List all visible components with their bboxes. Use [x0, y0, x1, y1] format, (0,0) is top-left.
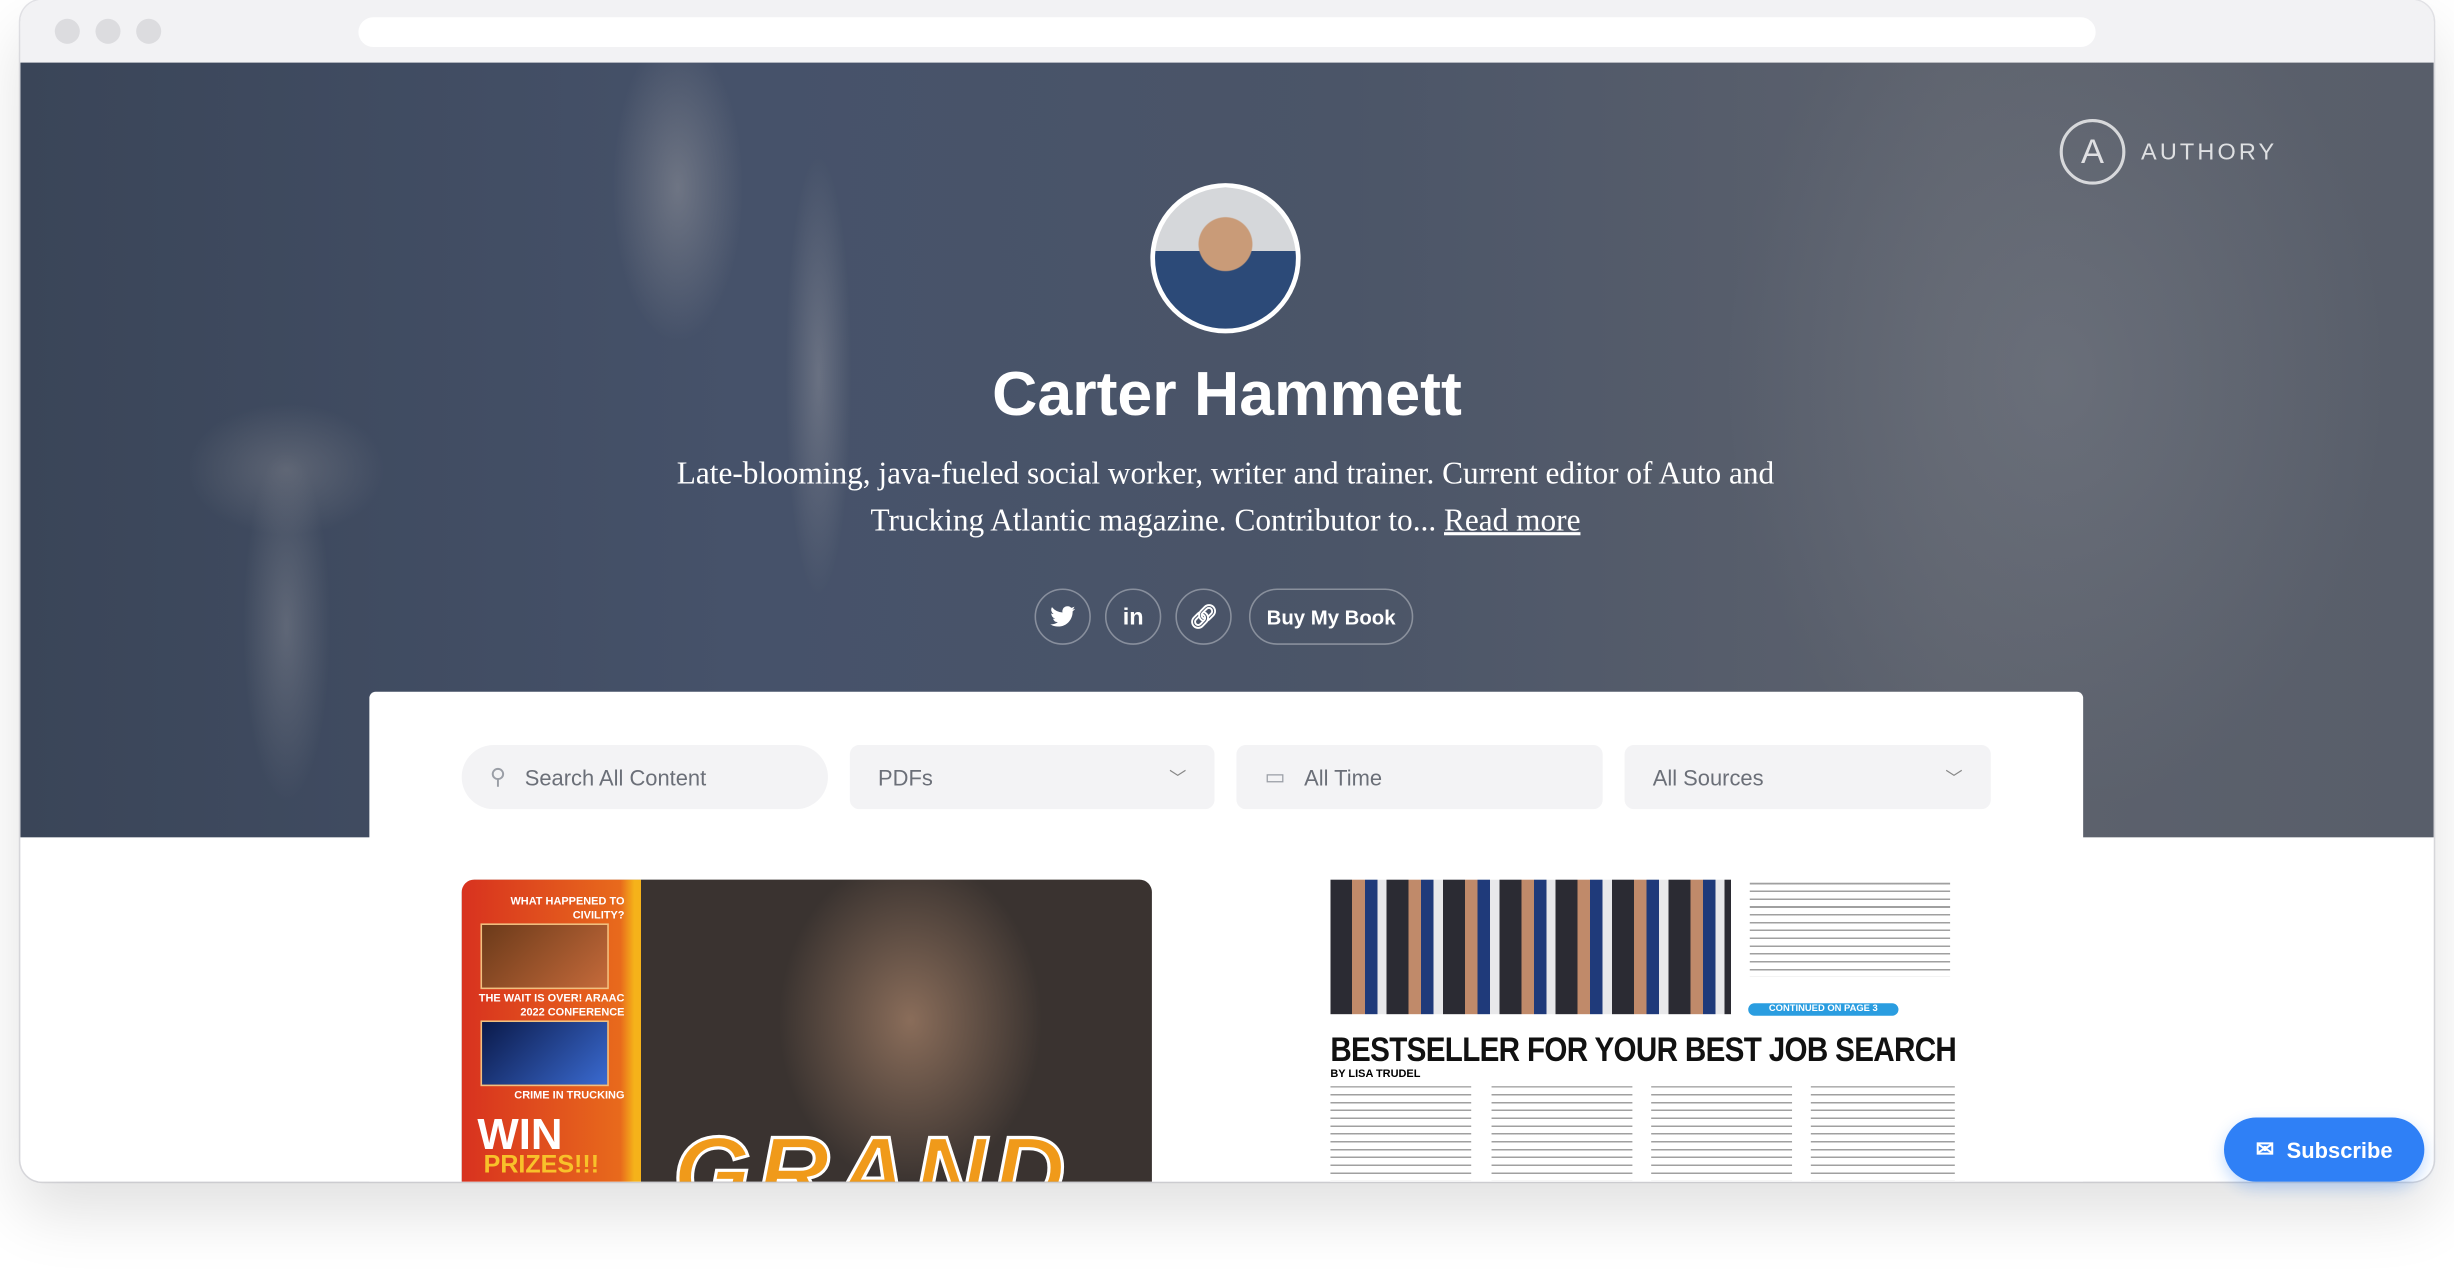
twitter-icon [1050, 606, 1076, 627]
browser-window: A AUTHORY Carter Hammett Late-blooming, … [20, 0, 2434, 1182]
sources-value: All Sources [1652, 764, 1764, 790]
search-icon: ⚲ [489, 763, 506, 789]
link-icon: 🔗︎ [1188, 604, 1219, 631]
cover-prizes-text: PRIZES!!! [483, 1151, 600, 1179]
content-type-value: PDFs [878, 764, 933, 790]
brand-name: AUTHORY [2141, 138, 2278, 166]
window-minimize-button[interactable] [95, 18, 121, 44]
bio-text: Late-blooming, java-fueled social worker… [676, 457, 1775, 539]
sources-select[interactable]: All Sources ﹀ [1624, 744, 1991, 810]
content-type-select[interactable]: PDFs ﹀ [849, 744, 1215, 810]
search-placeholder: Search All Content [524, 764, 707, 790]
cover-title: GRAND [671, 1114, 1072, 1182]
cover-win-text: WIN [477, 1109, 563, 1159]
content-item-article-pdf[interactable]: CONTINUED ON PAGE 3 BESTSELLER FOR YOUR … [1330, 879, 1960, 1182]
authory-logo[interactable]: A AUTHORY [2059, 118, 2278, 185]
window-close-button[interactable] [54, 18, 80, 44]
cover-thumbnail [480, 1020, 609, 1087]
article-body-text [1651, 1086, 1793, 1181]
linkedin-icon: in [1122, 603, 1144, 630]
search-input[interactable]: ⚲ Search All Content [461, 744, 828, 810]
twitter-button[interactable] [1034, 588, 1091, 645]
subscribe-button[interactable]: ✉ Subscribe [2224, 1117, 2425, 1182]
linkedin-button[interactable]: in [1104, 588, 1162, 645]
address-bar[interactable] [358, 17, 2096, 47]
subscribe-label: Subscribe [2286, 1137, 2393, 1163]
article-headline: BESTSELLER FOR YOUR BEST JOB SEARCH [1330, 1029, 1957, 1069]
cover-thumbnail [480, 923, 609, 990]
authory-logo-icon: A [2059, 118, 2126, 185]
profile-name: Carter Hammett [992, 359, 1462, 429]
continued-badge: CONTINUED ON PAGE 3 [1748, 1003, 1899, 1016]
read-more-link[interactable]: Read more [1444, 504, 1580, 538]
article-byline: BY LISA TRUDEL [1330, 1068, 1421, 1080]
article-body-text [1749, 882, 1951, 977]
mail-icon: ✉ [2255, 1136, 2275, 1162]
chevron-down-icon: ﹀ [1169, 769, 1187, 789]
calendar-icon: ▭ [1264, 763, 1286, 789]
date-range-value: All Time [1304, 764, 1383, 790]
article-body-text [1810, 1086, 1955, 1181]
article-photo [1330, 879, 1732, 1015]
chevron-down-icon: ﹀ [1945, 769, 1963, 789]
cover-line: THE WAIT IS OVER! ARAAC 2022 CONFERENCE [478, 993, 625, 1019]
date-range-picker[interactable]: ▭ All Time [1236, 744, 1603, 810]
cover-line: WHAT HAPPENED TO CIVILITY? [510, 896, 625, 922]
content-item-magazine-cover[interactable]: WHAT HAPPENED TO CIVILITY? THE WAIT IS O… [461, 879, 1152, 1182]
website-link-button[interactable]: 🔗︎ [1175, 588, 1232, 645]
buy-my-book-button[interactable]: Buy My Book [1248, 588, 1414, 645]
cover-line: CRIME IN TRUCKING [514, 1090, 625, 1102]
browser-titlebar [20, 0, 2434, 63]
profile-bio: Late-blooming, java-fueled social worker… [646, 451, 1804, 545]
article-body-text [1330, 1086, 1472, 1181]
article-body-text [1491, 1086, 1633, 1181]
avatar [1150, 183, 1301, 334]
window-maximize-button[interactable] [136, 18, 162, 44]
